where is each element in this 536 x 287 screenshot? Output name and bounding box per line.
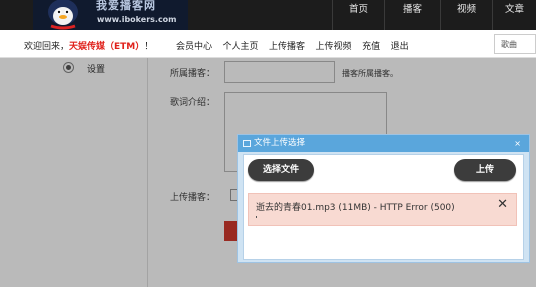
link-homepage[interactable]: 个人主页 xyxy=(223,39,259,52)
user-links: 会员中心 个人主页 上传播客 上传视频 充值 退出 xyxy=(176,39,419,52)
nav-home[interactable]: 首页 xyxy=(332,0,384,30)
top-header: 我爱播客网 www.ibokers.com 首页 播客 视频 文章 xyxy=(0,0,536,30)
link-member-center[interactable]: 会员中心 xyxy=(176,39,212,52)
welcome-message: 欢迎回来，天娱传媒（ETM）！ xyxy=(24,39,153,52)
link-recharge[interactable]: 充值 xyxy=(362,39,380,52)
logo-text: 我爱播客网 xyxy=(96,0,156,12)
upload-dialog: 文件上传选择 × 选择文件 上传 逝去的青春01.mp3 (11MB) - HT… xyxy=(237,134,530,263)
site-logo[interactable]: 我爱播客网 www.ibokers.com xyxy=(33,0,188,30)
nav-video[interactable]: 视频 xyxy=(440,0,492,30)
dialog-titlebar[interactable]: 文件上传选择 × xyxy=(238,135,529,152)
user-bar: 欢迎回来，天娱传媒（ETM）！ 会员中心 个人主页 上传播客 上传视频 充值 退… xyxy=(0,30,536,58)
upload-button[interactable]: 上传 xyxy=(454,159,516,181)
file-entry-text: 逝去的青春01.mp3 (11MB) - HTTP Error (500) xyxy=(256,203,455,213)
link-upload-podcast[interactable]: 上传播客 xyxy=(269,39,305,52)
remove-file-icon[interactable]: ✕ xyxy=(497,197,508,212)
penguin-mascot-icon xyxy=(48,0,78,30)
dialog-title: 文件上传选择 xyxy=(254,138,306,148)
link-logout[interactable]: 退出 xyxy=(391,39,409,52)
upload-progress-bar xyxy=(256,216,257,218)
logo-url: www.ibokers.com xyxy=(97,15,177,24)
choose-file-button[interactable]: 选择文件 xyxy=(248,159,314,181)
file-queue-item: 逝去的青春01.mp3 (11MB) - HTTP Error (500) ✕ xyxy=(248,193,517,226)
dialog-body: 选择文件 上传 逝去的青春01.mp3 (11MB) - HTTP Error … xyxy=(243,154,524,260)
top-nav: 首页 播客 视频 文章 xyxy=(332,0,536,30)
link-upload-video[interactable]: 上传视频 xyxy=(316,39,352,52)
welcome-prefix: 欢迎回来， xyxy=(24,42,70,52)
window-icon xyxy=(243,140,251,147)
nav-podcast[interactable]: 播客 xyxy=(384,0,440,30)
welcome-suffix: ！ xyxy=(144,42,154,52)
nav-articles[interactable]: 文章 xyxy=(492,0,536,30)
username[interactable]: 天娱传媒（ETM） xyxy=(69,42,144,52)
search-type-select[interactable]: 歌曲 xyxy=(494,34,536,54)
close-icon[interactable]: × xyxy=(514,135,521,152)
